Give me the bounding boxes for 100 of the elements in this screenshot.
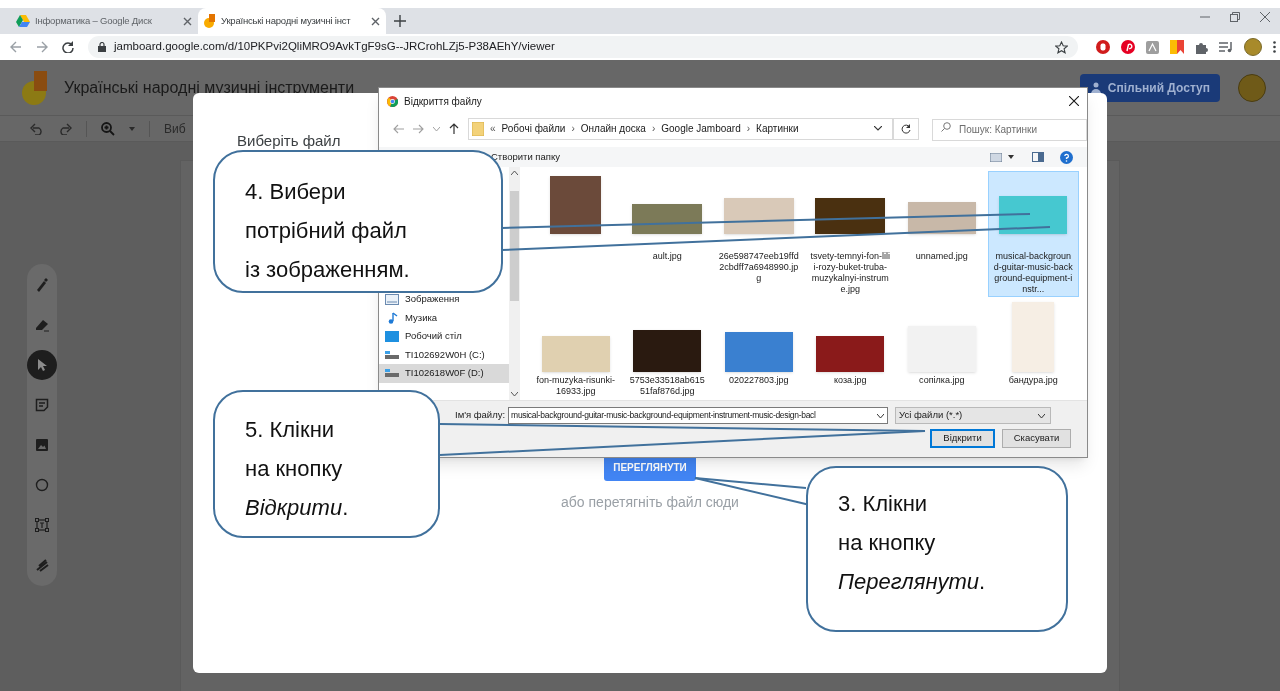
photo-placeholder [633,330,702,372]
file-item[interactable]: 26e598747eeb19ffd2cbdff7a6948990.jpg [713,171,805,297]
share-button[interactable]: Спільний Доступ [1079,73,1220,102]
drive-icon [16,15,30,27]
open-button[interactable]: Відкрити [930,429,995,448]
stop-hand-icon[interactable] [1096,40,1110,54]
nav-item[interactable]: Робочий стіл [379,327,509,346]
jamboard-icon [204,14,216,28]
search-icon [941,122,951,133]
reload-icon[interactable] [62,41,74,53]
file-item[interactable]: бандура.jpg [987,299,1079,399]
forward-icon[interactable] [413,123,424,134]
path-separator: › [571,122,575,136]
path-segment[interactable]: Робочі файли [501,121,566,136]
file-name: сопілка.jpg [918,375,966,386]
file-name: коза.jpg [832,375,868,386]
puzzle-icon[interactable] [1195,40,1208,54]
avatar[interactable] [1244,38,1262,56]
up-icon[interactable] [449,123,459,134]
file-item[interactable]: tsvety-temnyi-fon-lilii-rozy-buket-truba-muzykalnyi-instrume.jpg [804,171,896,297]
path-segment[interactable]: Google Jamboard [661,121,741,136]
browser-tab[interactable]: Українські народні музичні інст [198,8,386,34]
redo-icon[interactable] [58,122,72,135]
photo-placeholder [632,204,703,234]
forward-icon[interactable] [36,41,48,53]
more-icon[interactable] [1273,41,1276,53]
file-name: 26e598747eeb19ffd2cbdff7a6948990.jpg [718,251,799,284]
path-separator: › [651,122,656,136]
cursor-icon [35,358,49,372]
file-item[interactable]: сопілка.jpg [896,299,988,399]
scrollbar[interactable] [509,167,520,400]
file-item[interactable]: unnamed.jpg [896,171,988,297]
chevron-down-icon [511,392,518,396]
nav-item[interactable]: TI102618W0F (D:) [379,364,509,383]
note-icon [35,398,49,412]
file-name-field[interactable]: musical-background-guitar-music-background-equipment-instrument-music-design-bacl [508,407,889,424]
dialog-title: Відкриття файлу [404,94,483,109]
refresh-icon [901,123,911,134]
file-item[interactable]: musical-background-guitar-music-background-equipment-instr... [987,171,1079,297]
nav-item[interactable]: Музика [379,308,509,327]
path-bar[interactable]: « Робочі файли › Онлайн доска › Google Jamboard › Картинки [468,117,893,140]
url-text: jamboard.google.com/d/10PKPvi2QliMRO9AvkTgF9sG--JRCrohLZj5-P38AEhY/viewer [114,39,556,55]
close-icon[interactable] [1069,96,1079,106]
field-label: Ім'я файлу: [455,408,506,423]
preview-pane-icon[interactable] [1032,152,1044,162]
drive-icon [385,350,399,359]
nav-item[interactable]: Зображення [379,290,509,309]
dialog-title: Виберіть файл [237,131,341,151]
close-icon[interactable] [371,16,380,26]
field-value: musical-background-guitar-music-background-equipment-instrument-music-design-bacl [511,409,817,422]
photo-placeholder [541,336,610,372]
undo-icon[interactable] [30,122,44,135]
person-icon [1089,81,1102,94]
path-separator: › [746,122,751,136]
file-item[interactable]: коза.jpg [804,299,896,399]
zoom-icon[interactable] [101,121,115,136]
tab-title: Інформатика – Google Диск [35,13,153,28]
cancel-button[interactable]: Скасувати [1002,429,1071,448]
playlist-icon[interactable] [1219,41,1233,53]
tab-title: Українські народні музичні інст [221,13,352,28]
tool-button[interactable] [27,350,57,380]
path-segment[interactable]: Картинки [756,121,799,136]
refresh-button[interactable] [893,117,919,140]
file-item[interactable]: ault.jpg [621,171,713,297]
drop-hint: або перетягніть файл сюди [561,492,739,512]
folder-icon [472,121,484,136]
flag-icon[interactable] [1170,40,1184,54]
back-icon[interactable] [10,41,22,53]
chevron-up-icon [511,171,518,175]
pin-icon[interactable] [1121,40,1135,54]
file-item[interactable]: 020227803.jpg [713,299,805,399]
plus-icon[interactable] [394,15,406,27]
address-bar[interactable]: jamboard.google.com/d/10PKPvi2QliMRO9AvkTgF9sG--JRCrohLZj5-P38AEhY/viewer [88,36,1078,58]
file-name: 5753e33518ab61551faf876d.jpg [628,375,706,397]
text-box-icon [35,518,49,532]
help-icon[interactable] [1060,150,1073,164]
eraser-icon [35,318,49,332]
file-item[interactable]: 5753e33518ab61551faf876d.jpg [621,299,713,399]
browser-tab[interactable]: Інформатика – Google Диск [10,8,198,34]
overflow-chevron[interactable]: « [490,121,496,136]
view-icon[interactable] [990,152,1002,162]
chevron-down-icon [877,413,885,418]
lock-icon [98,42,106,52]
pen-icon [35,278,49,292]
photo-placeholder [550,176,602,234]
search-field[interactable]: Пошук: Картинки [932,118,1087,141]
circle-icon [35,478,49,492]
nav-item[interactable]: TI102692W0H (C:) [379,345,509,364]
file-name: tsvety-temnyi-fon-lilii-rozy-buket-truba-muzykalnyi-instrume.jpg [810,251,891,295]
file-item[interactable]: fon-muzyka-risunki-16933.jpg [530,299,622,399]
chrome-icon [387,95,398,107]
chevron-down-icon[interactable] [874,126,882,131]
file-type-dropdown[interactable]: Усі файли (*.*) [895,407,1052,424]
file-name: ault.jpg [651,251,683,262]
restore-icon[interactable] [1230,12,1240,22]
back-icon[interactable] [393,123,404,134]
star-icon[interactable] [1055,40,1068,54]
path-segment[interactable]: Онлайн доска [580,121,646,136]
callout-text: 3. Клікни на кнопку Переглянути. [806,466,1068,632]
photo-placeholder [999,196,1068,234]
